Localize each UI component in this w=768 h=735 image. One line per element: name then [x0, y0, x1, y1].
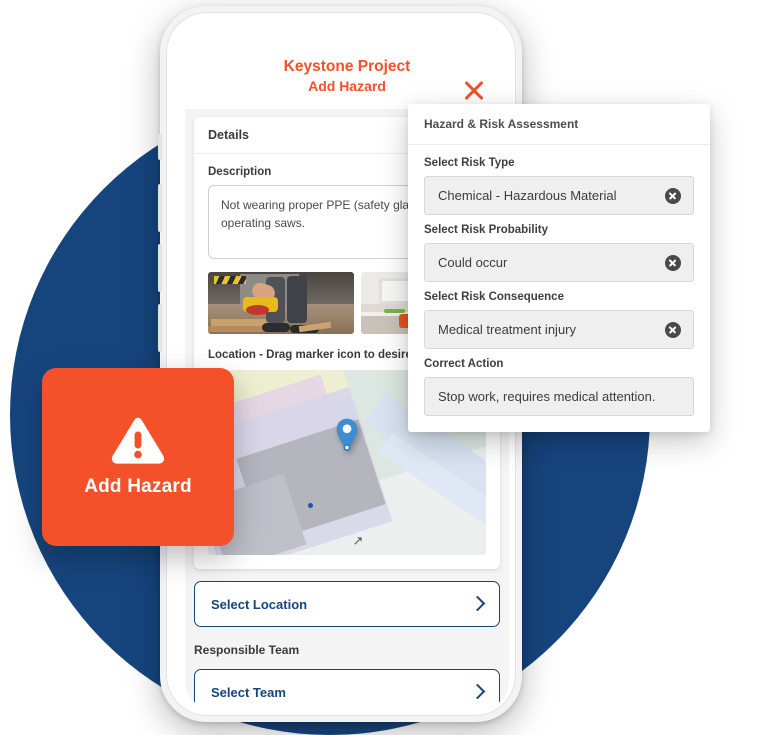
phone-side-button-extra: [158, 304, 162, 352]
app-header: Keystone Project Add Hazard: [185, 31, 509, 109]
warning-triangle-icon: [111, 417, 165, 464]
photo-thumbnail[interactable]: [208, 272, 354, 334]
select-location-button[interactable]: Select Location: [194, 581, 500, 627]
close-icon[interactable]: [461, 77, 487, 103]
risk-type-value: Chemical - Hazardous Material: [438, 188, 617, 203]
app-project-title: Keystone Project: [283, 58, 411, 75]
phone-side-button-volume-down: [158, 244, 162, 292]
clear-icon[interactable]: [665, 321, 681, 338]
risk-consequence-label: Select Risk Consequence: [424, 291, 564, 303]
risk-type-field[interactable]: Chemical - Hazardous Material: [424, 176, 694, 215]
risk-consequence-field[interactable]: Medical treatment injury: [424, 310, 694, 349]
map-pin-icon[interactable]: [335, 418, 359, 452]
select-team-label: Select Team: [211, 684, 286, 700]
add-hazard-card[interactable]: Add Hazard: [42, 368, 234, 546]
correct-action-field[interactable]: Stop work, requires medical attention.: [424, 377, 694, 416]
risk-probability-field[interactable]: Could occur: [424, 243, 694, 282]
hazard-risk-assessment-panel: Hazard & Risk Assessment Select Risk Typ…: [408, 104, 710, 432]
add-hazard-card-label: Add Hazard: [84, 476, 192, 497]
responsible-team-label: Responsible Team: [194, 643, 300, 657]
screenshot-stage: Keystone Project Add Hazard Details Desc…: [0, 0, 768, 735]
risk-panel-body: Select Risk Type Chemical - Hazardous Ma…: [408, 145, 710, 432]
risk-panel-heading: Hazard & Risk Assessment: [408, 104, 710, 145]
clear-icon[interactable]: [665, 187, 681, 204]
correct-action-value: Stop work, requires medical attention.: [438, 389, 656, 404]
select-team-button[interactable]: Select Team: [194, 669, 500, 709]
risk-probability-value: Could occur: [438, 255, 508, 270]
chevron-right-icon: [472, 683, 483, 701]
risk-probability-label: Select Risk Probability: [424, 224, 548, 236]
clear-icon[interactable]: [665, 254, 681, 271]
risk-type-label: Select Risk Type: [424, 157, 515, 169]
select-location-label: Select Location: [211, 596, 308, 612]
phone-side-button-volume-up: [158, 184, 162, 232]
risk-consequence-value: Medical treatment injury: [438, 322, 576, 337]
correct-action-label: Correct Action: [424, 358, 504, 370]
chevron-right-icon: [472, 595, 483, 613]
phone-side-button-mute: [158, 134, 162, 160]
